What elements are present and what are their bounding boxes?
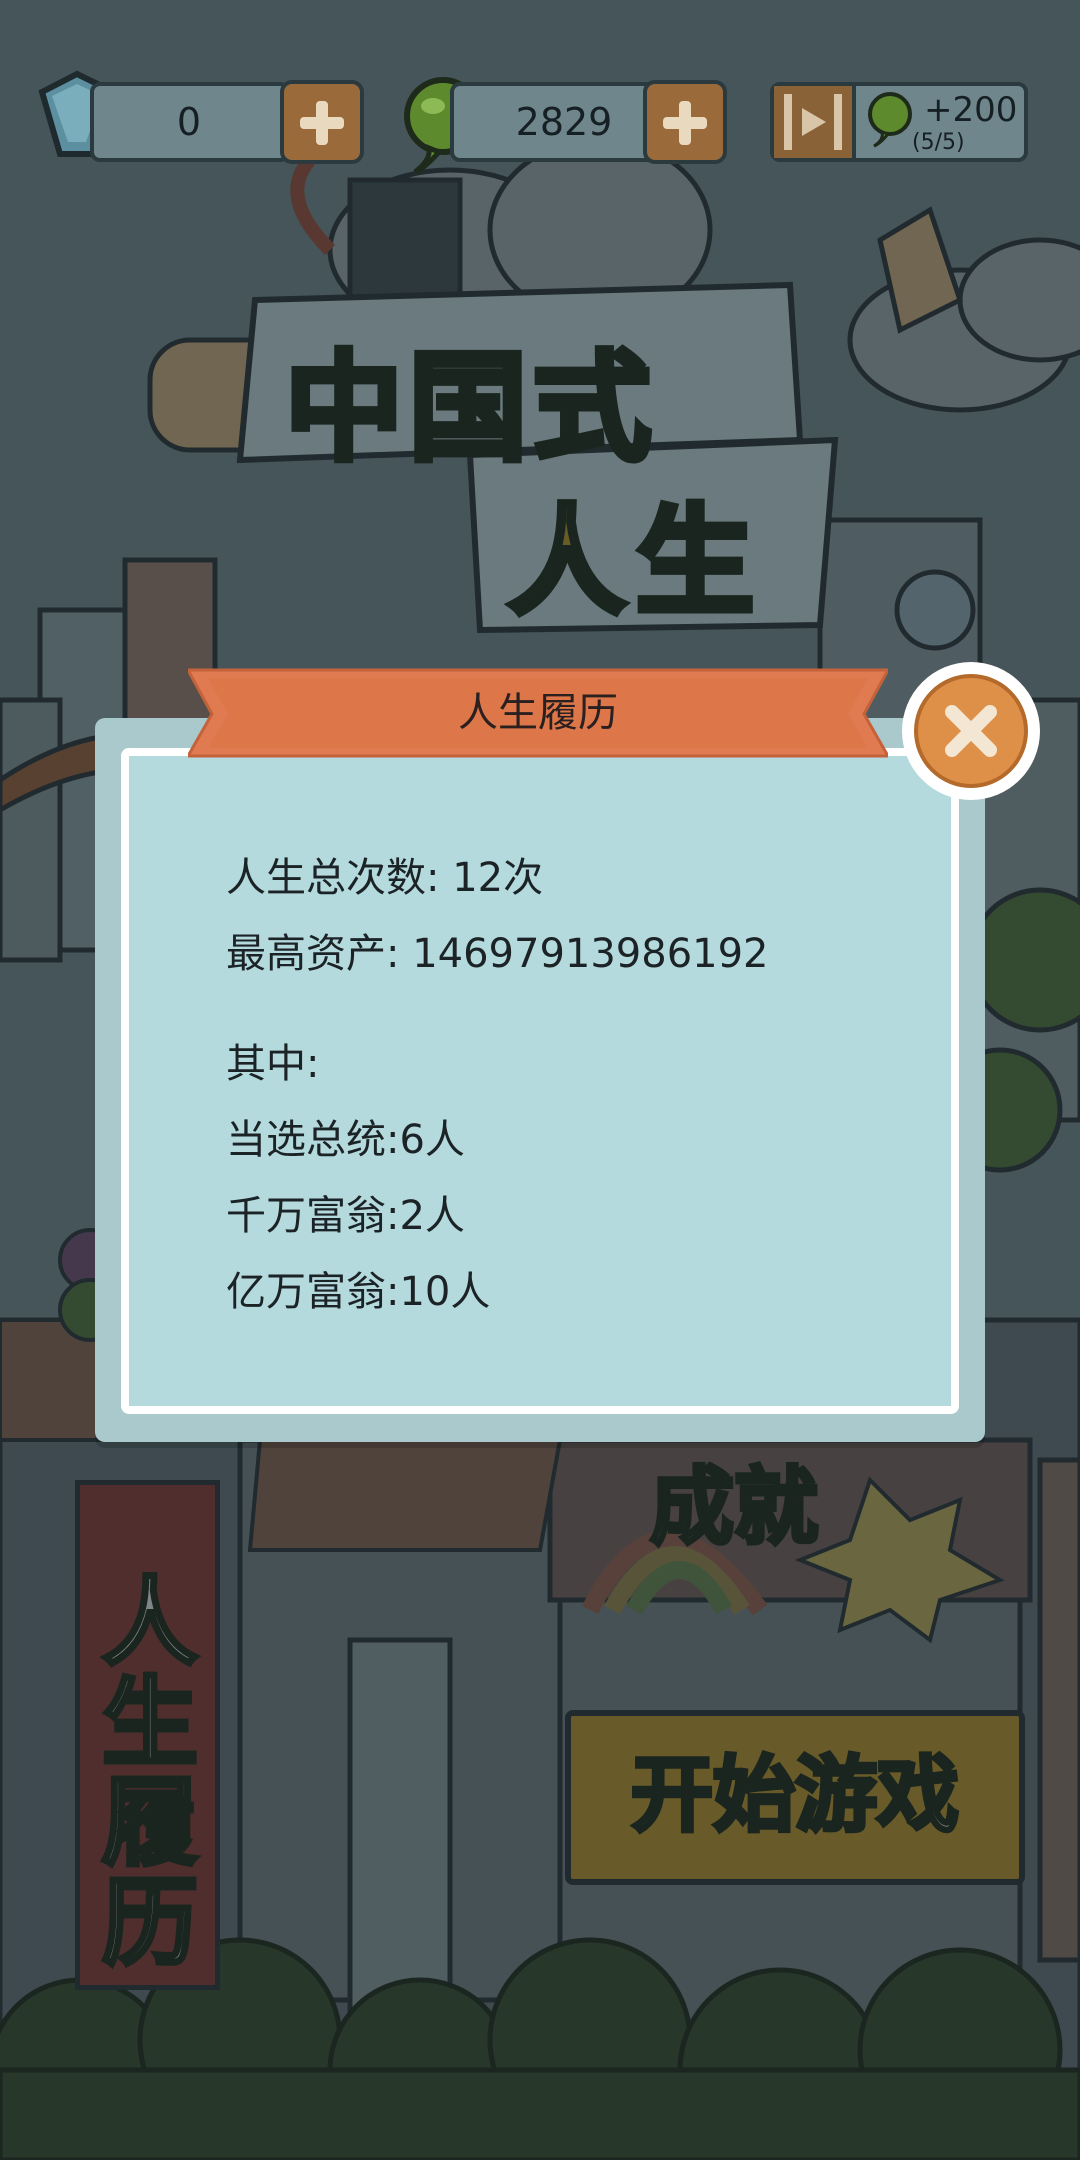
max-assets-label: 最高资产: bbox=[226, 931, 413, 977]
video-reward-count: (5/5) bbox=[912, 130, 965, 155]
total-lives-value: 12次 bbox=[452, 855, 544, 901]
add-coins-button[interactable] bbox=[643, 80, 727, 164]
president-count: 当选总统:6人 bbox=[226, 1117, 465, 1163]
video-play-icon bbox=[774, 86, 856, 158]
dialog-title-wrapper: 人生履历 bbox=[188, 664, 888, 762]
video-reward-amount: +200 bbox=[924, 90, 1018, 130]
max-assets-row: 最高资产: 14697913986192 bbox=[226, 928, 769, 980]
top-resource-bar: 0 2829 +200 (5/5) bbox=[0, 0, 1080, 180]
diamond-counter: 0 bbox=[90, 82, 290, 162]
max-assets-value: 14697913986192 bbox=[412, 931, 769, 977]
video-reward-panel[interactable]: +200 (5/5) bbox=[770, 82, 1028, 162]
total-lives-label: 人生总次数: bbox=[226, 855, 453, 901]
video-coin-icon bbox=[868, 92, 912, 148]
hundred-millionaire-count: 亿万富翁:10人 bbox=[226, 1269, 491, 1315]
total-lives-row: 人生总次数: 12次 bbox=[226, 852, 543, 904]
add-diamonds-button[interactable] bbox=[280, 80, 364, 164]
dialog-title: 人生履历 bbox=[458, 690, 618, 736]
breakdown-header: 其中: bbox=[226, 1041, 320, 1087]
close-icon bbox=[945, 705, 997, 757]
coin-count: 2829 bbox=[515, 100, 613, 144]
diamond-count: 0 bbox=[176, 100, 202, 144]
coin-counter: 2829 bbox=[450, 82, 670, 162]
close-button[interactable] bbox=[902, 662, 1040, 800]
ten-millionaire-count: 千万富翁:2人 bbox=[226, 1193, 465, 1239]
